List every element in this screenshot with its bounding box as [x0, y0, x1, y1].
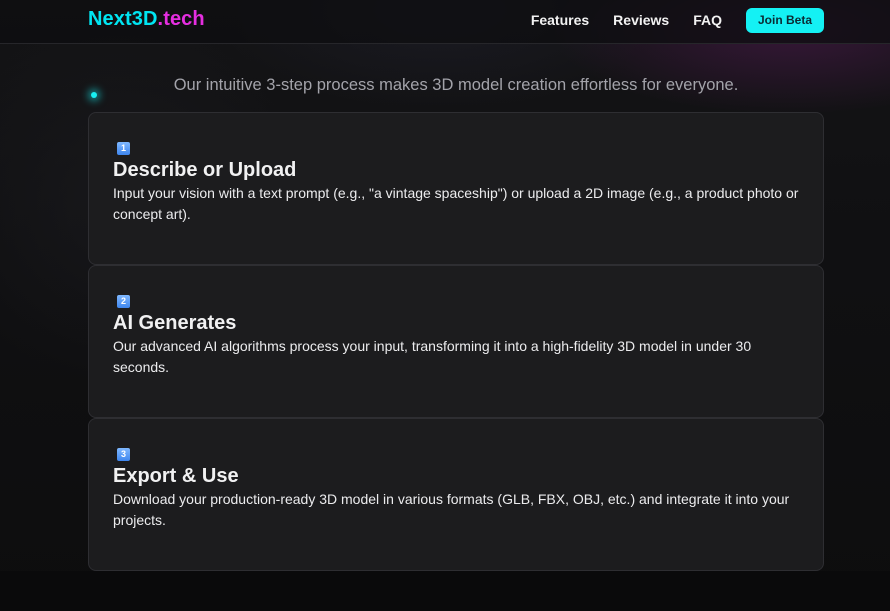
step-card-export: 3 Export & Use Download your production-…	[88, 418, 824, 571]
step-card-describe: 1 Describe or Upload Input your vision w…	[88, 112, 824, 265]
step-title: AI Generates	[113, 312, 237, 334]
brand-name-suffix: .tech	[157, 8, 205, 30]
footer-band	[0, 571, 890, 611]
glowing-dot-decoration	[91, 92, 97, 98]
brand-logo[interactable]: Next3D.tech	[88, 8, 205, 31]
step-description: Download your production-ready 3D model …	[113, 491, 790, 528]
number-3-icon: 3	[117, 448, 130, 461]
nav-link-reviews[interactable]: Reviews	[613, 12, 669, 28]
nav-link-faq[interactable]: FAQ	[693, 12, 722, 28]
step-title: Describe or Upload	[113, 159, 297, 181]
step-description: Our advanced AI algorithms process your …	[113, 338, 752, 375]
number-1-icon: 1	[117, 142, 130, 155]
section-subtitle: Our intuitive 3-step process makes 3D mo…	[173, 75, 739, 94]
join-beta-button[interactable]: Join Beta	[746, 8, 824, 33]
nav-link-features[interactable]: Features	[531, 12, 589, 28]
brand-name-primary: Next3D	[88, 8, 158, 30]
top-navbar: Next3D.tech Features Reviews FAQ Join Be…	[0, 0, 890, 44]
number-2-icon: 2	[117, 295, 130, 308]
step-card-generate: 2 AI Generates Our advanced AI algorithm…	[88, 265, 824, 418]
step-title: Export & Use	[113, 465, 239, 487]
step-description: Input your vision with a text prompt (e.…	[113, 185, 799, 222]
nav-links: Features Reviews FAQ	[531, 12, 722, 28]
